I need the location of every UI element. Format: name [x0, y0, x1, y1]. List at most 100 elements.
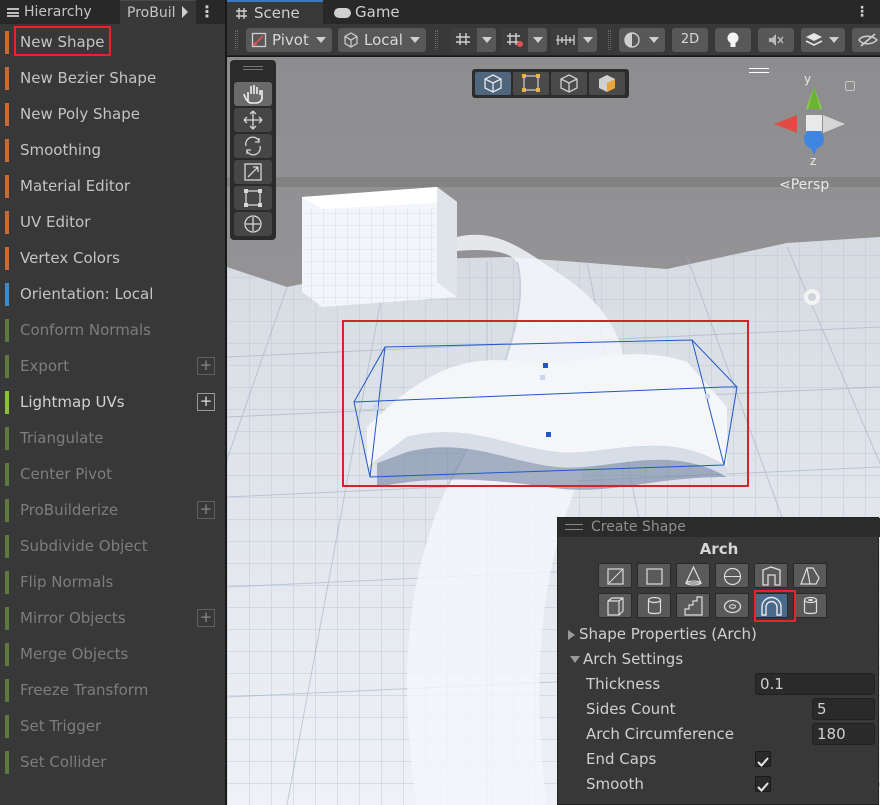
torus-shape-button[interactable] [715, 593, 749, 618]
create-shape-header[interactable]: Create Shape [558, 518, 880, 537]
options-plus-icon[interactable]: + [197, 393, 215, 411]
category-stripe [5, 355, 9, 378]
probuilder-item-smoothing[interactable]: Smoothing [0, 132, 225, 168]
category-stripe [5, 751, 9, 774]
cone-shape-button[interactable] [676, 563, 710, 588]
options-plus-icon[interactable]: + [197, 357, 215, 375]
door-shape-button[interactable] [754, 563, 788, 588]
probuilder-item-new-bezier-shape[interactable]: New Bezier Shape [0, 60, 225, 96]
effects-dropdown[interactable] [801, 28, 845, 52]
pivot-dropdown[interactable]: Pivot [246, 28, 332, 52]
plane-shape-button[interactable] [637, 563, 671, 588]
probuilder-item-orientation-local[interactable]: Orientation: Local [0, 276, 225, 312]
2d-toggle[interactable]: 2D [672, 28, 708, 52]
chevron-down-icon [316, 37, 326, 43]
view-tool-button[interactable] [234, 82, 272, 106]
local-dropdown[interactable]: Local [338, 28, 426, 52]
tab-overflow-arrow-icon[interactable] [182, 6, 188, 18]
thickness-field[interactable]: 0.1 [755, 673, 875, 695]
probuilder-item-subdivide-object[interactable]: Subdivide Object [0, 528, 225, 564]
probuilder-item-export[interactable]: Export + [0, 348, 225, 384]
tab-hierarchy[interactable]: Hierarchy [0, 0, 120, 24]
arch-settings-foldout[interactable]: Arch Settings [558, 647, 880, 671]
scene-window: Scene Game ⋮ Pivot Local 2D y z ⋖Persp C… [227, 0, 880, 805]
probuilder-item-triangulate[interactable]: Triangulate [0, 420, 225, 456]
probuilder-item-set-collider[interactable]: Set Collider [0, 744, 225, 780]
lock-icon[interactable] [845, 81, 855, 91]
probuilder-item-label: Vertex Colors [20, 249, 120, 267]
vertex-mode-button[interactable] [513, 72, 549, 95]
sprite-shape-button[interactable] [598, 563, 632, 588]
smooth-checkbox[interactable] [755, 776, 771, 792]
probuilder-item-freeze-transform[interactable]: Freeze Transform [0, 672, 225, 708]
chevron-down-icon [410, 37, 420, 43]
end-caps-checkbox[interactable] [755, 751, 771, 767]
increment-snap-toggle[interactable] [501, 28, 547, 52]
smooth-label: Smooth [586, 775, 644, 793]
hidden-objects-toggle[interactable] [852, 28, 880, 52]
options-plus-icon[interactable]: + [197, 609, 215, 627]
face-mode-button[interactable] [589, 72, 625, 95]
ruler-snap-toggle[interactable] [551, 28, 597, 52]
move-tool-button[interactable] [234, 108, 272, 132]
tab-game-label: Game [355, 3, 400, 21]
probuilder-item-uv-editor[interactable]: UV Editor [0, 204, 225, 240]
probuilder-item-flip-normals[interactable]: Flip Normals [0, 564, 225, 600]
grid-snap-dropdown[interactable] [477, 28, 496, 52]
chevron-down-icon [829, 37, 839, 43]
probuilder-item-lightmap-uvs[interactable]: Lightmap UVs + [0, 384, 225, 420]
chevron-down-icon [533, 37, 543, 43]
drag-handle-icon[interactable] [565, 524, 583, 530]
category-stripe [5, 103, 9, 126]
rect-tool-button[interactable] [234, 186, 272, 210]
transform-icon [244, 215, 262, 233]
tab-scene[interactable]: Scene [227, 0, 323, 24]
thickness-label: Thickness [586, 675, 661, 693]
smooth-row: Smooth [558, 772, 880, 796]
arch-circumference-field[interactable]: 180 [812, 723, 875, 745]
rotate-tool-button[interactable] [234, 134, 272, 158]
probuilder-item-mirror-objects[interactable]: Mirror Objects + [0, 600, 225, 636]
lighting-toggle[interactable] [715, 28, 751, 52]
persp-label: Persp [790, 177, 830, 193]
object-mode-button[interactable] [475, 72, 511, 95]
palette-drag-handle-icon[interactable] [243, 66, 263, 70]
audio-toggle[interactable] [758, 28, 794, 52]
probuilder-item-center-pivot[interactable]: Center Pivot [0, 456, 225, 492]
probuilder-item-new-poly-shape[interactable]: New Poly Shape [0, 96, 225, 132]
probuilder-item-material-editor[interactable]: Material Editor [0, 168, 225, 204]
hamburger-icon [7, 8, 19, 17]
probuilder-item-probuilderize[interactable]: ProBuilderize + [0, 492, 225, 528]
local-label: Local [364, 31, 403, 49]
sides-count-field[interactable]: 5 [812, 698, 875, 720]
persp-toggle[interactable]: ⋖Persp [779, 177, 829, 193]
cube-shape-button[interactable] [598, 593, 632, 618]
increment-snap-dropdown[interactable] [528, 28, 547, 52]
more-options-icon[interactable]: ⋮ [199, 3, 215, 21]
probuilder-item-conform-normals[interactable]: Conform Normals [0, 312, 225, 348]
probuilder-item-label: Flip Normals [20, 573, 114, 591]
ruler-dropdown[interactable] [578, 28, 597, 52]
end-caps-label: End Caps [586, 750, 657, 768]
prism-shape-button[interactable] [793, 563, 827, 588]
probuilder-item-set-trigger[interactable]: Set Trigger [0, 708, 225, 744]
edge-mode-button[interactable] [551, 72, 587, 95]
more-options-icon[interactable]: ⋮ [855, 3, 869, 21]
probuilder-item-vertex-colors[interactable]: Vertex Colors [0, 240, 225, 276]
shading-mode-dropdown[interactable] [619, 28, 665, 52]
probuilder-selection-mode-bar [472, 69, 629, 98]
shape-properties-foldout[interactable]: Shape Properties (Arch) [558, 622, 880, 646]
grid-snap-toggle[interactable] [450, 28, 496, 52]
pipe-shape-button[interactable] [793, 593, 827, 618]
transform-tool-button[interactable] [234, 212, 272, 236]
stairs-shape-button[interactable] [676, 593, 710, 618]
options-plus-icon[interactable]: + [197, 501, 215, 519]
probuilder-item-merge-objects[interactable]: Merge Objects [0, 636, 225, 672]
cylinder-shape-button[interactable] [637, 593, 671, 618]
probuilder-item-label: ProBuilderize [20, 501, 119, 519]
gizmo-menu-icon[interactable] [749, 68, 769, 73]
scene-viewport[interactable]: y z ⋖Persp Create Shape Arch Shape Prope… [227, 57, 880, 805]
sphere-shape-button[interactable] [715, 563, 749, 588]
tab-game[interactable]: Game [331, 0, 421, 24]
scale-tool-button[interactable] [234, 160, 272, 184]
